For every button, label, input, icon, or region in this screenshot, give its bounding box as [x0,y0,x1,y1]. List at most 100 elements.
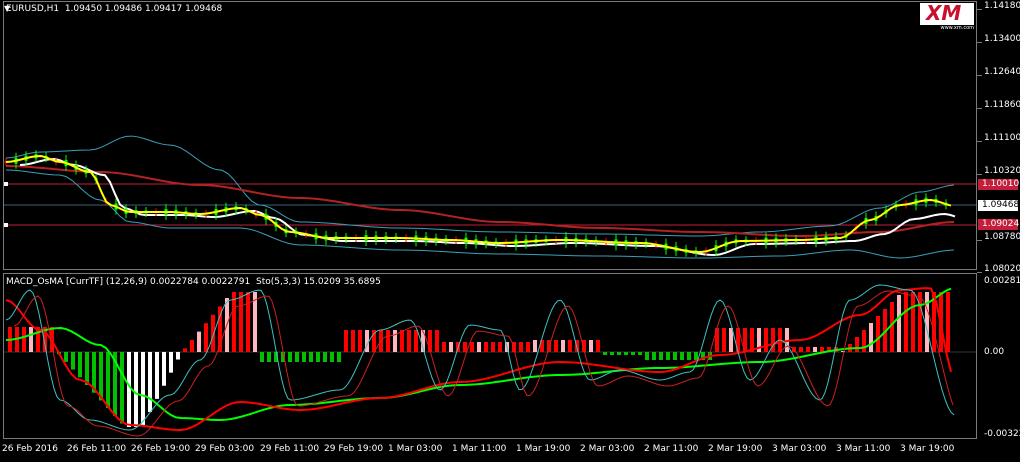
macd-histogram-bar [211,314,215,352]
macd-histogram-bar [78,352,82,378]
macd-histogram-bar [197,331,201,352]
macd-histogram-bar [407,330,411,352]
macd-histogram-bar [330,352,334,362]
macd-histogram-bar [568,340,572,352]
macd-histogram-bar [71,352,75,370]
macd-histogram-bar [680,352,684,360]
time-axis-label: 1 Mar 11:00 [452,444,507,454]
macd-histogram-bar [624,352,628,355]
macd-histogram-bar [855,337,859,352]
price-axis-tick [977,108,982,109]
macd-histogram-bar [610,352,614,355]
price-axis-tick [977,9,982,10]
macd-histogram-bar [470,342,474,352]
macd-histogram-bar [652,352,656,360]
price-axis-label: 1.08780 [984,232,1020,242]
macd-histogram-bar [155,352,159,399]
macd-histogram-bar [302,352,306,362]
macd-histogram-bar [64,352,68,362]
macd-histogram-bar [162,352,166,386]
macd-histogram-bar [449,342,453,352]
macd-histogram-bar [232,292,236,352]
macd-histogram-bar [309,352,313,362]
time-axis-label: 2 Mar 03:00 [580,444,635,454]
macd-histogram-bar [246,292,250,352]
stochastic-secondary-line [13,290,954,437]
price-axis-tick [977,141,982,142]
macd-histogram-bar [190,340,194,352]
macd-histogram-bar [638,352,642,355]
hline-handle-icon [4,182,8,186]
time-axis-label: 2 Mar 11:00 [644,444,699,454]
indicator-axis-label: -0.003222 [984,429,1020,439]
macd-histogram-bar [498,342,502,352]
macd-histogram-bar [925,292,929,352]
macd-signal-line [5,287,952,421]
macd-histogram-bar [316,352,320,362]
macd-histogram-bar [169,352,173,373]
price-axis-tick [977,174,982,175]
price-axis-tick [977,42,982,43]
macd-histogram-bar [764,328,768,352]
macd-histogram-bar [596,340,600,352]
time-axis-label: 29 Feb 03:00 [195,444,255,454]
price-axis-label: 1.11860 [984,100,1020,110]
macd-histogram-bar [134,352,138,427]
macd-histogram-bar [876,316,880,352]
price-axis-label: 1.12640 [984,67,1020,77]
price-axis-label: 1.13400 [984,34,1020,44]
xm-logo: XM www.xm.com [920,1,974,33]
macd-histogram-bar [29,327,33,352]
macd-histogram-bar [554,340,558,352]
macd-histogram-bar [645,352,649,360]
macd-histogram-bar [526,342,530,352]
macd-histogram-bar [911,292,915,352]
macd-histogram-bar [435,330,439,352]
hline-handle-icon [4,223,8,227]
macd-histogram-bar [400,330,404,352]
price-axis-tick [977,75,982,76]
macd-histogram-bar [946,292,950,352]
macd-histogram-bar [694,352,698,360]
time-axis-label: 29 Feb 11:00 [260,444,320,454]
macd-histogram-bar [897,295,901,352]
macd-histogram-bar [631,352,635,355]
macd-histogram-bar [414,330,418,352]
macd-histogram-bar [603,352,607,355]
macd-histogram-bar [442,342,446,352]
macd-histogram-bar [491,342,495,352]
price-axis-tick [977,272,982,273]
macd-histogram-bar [22,327,26,352]
macd-histogram-bar [484,342,488,352]
macd-histogram-bar [127,352,131,427]
macd-histogram-bar [239,292,243,352]
macd-histogram-bar [337,352,341,362]
macd-histogram-bar [806,347,810,352]
time-axis-label: 3 Mar 19:00 [900,444,955,454]
macd-histogram-bar [120,352,124,424]
macd-histogram-bar [519,342,523,352]
time-axis-label: 2 Mar 19:00 [708,444,763,454]
macd-histogram-bar [323,352,327,362]
time-axis-label: 3 Mar 11:00 [836,444,891,454]
macd-histogram-bar [869,323,873,352]
macd-histogram-bar [358,330,362,352]
time-axis-label: 29 Feb 19:00 [324,444,384,454]
indicator-axis-label: 0.002815 [984,276,1020,286]
time-axis-label: 26 Feb 2016 [2,444,59,454]
time-axis-label: 26 Feb 19:00 [131,444,191,454]
macd-histogram-bar [288,352,292,362]
price-axis-label: 1.08020 [984,264,1020,274]
macd-histogram-bar [463,342,467,352]
macd-histogram-bar [344,330,348,352]
time-axis-label: 1 Mar 19:00 [516,444,571,454]
lower-hline-price-tag: 1.09024 [978,219,1019,230]
macd-histogram-bar [722,328,726,352]
macd-histogram-bar [673,352,677,360]
macd-histogram-bar [99,352,103,401]
macd-histogram-bar [295,352,299,362]
macd-histogram-bar [799,347,803,352]
metatrader-chart-window[interactable]: { "main_title": "EURUSD,H1 1.09450 1.094… [0,0,1020,462]
fast-ema-line [5,155,952,253]
macd-histogram-bar [533,340,537,352]
